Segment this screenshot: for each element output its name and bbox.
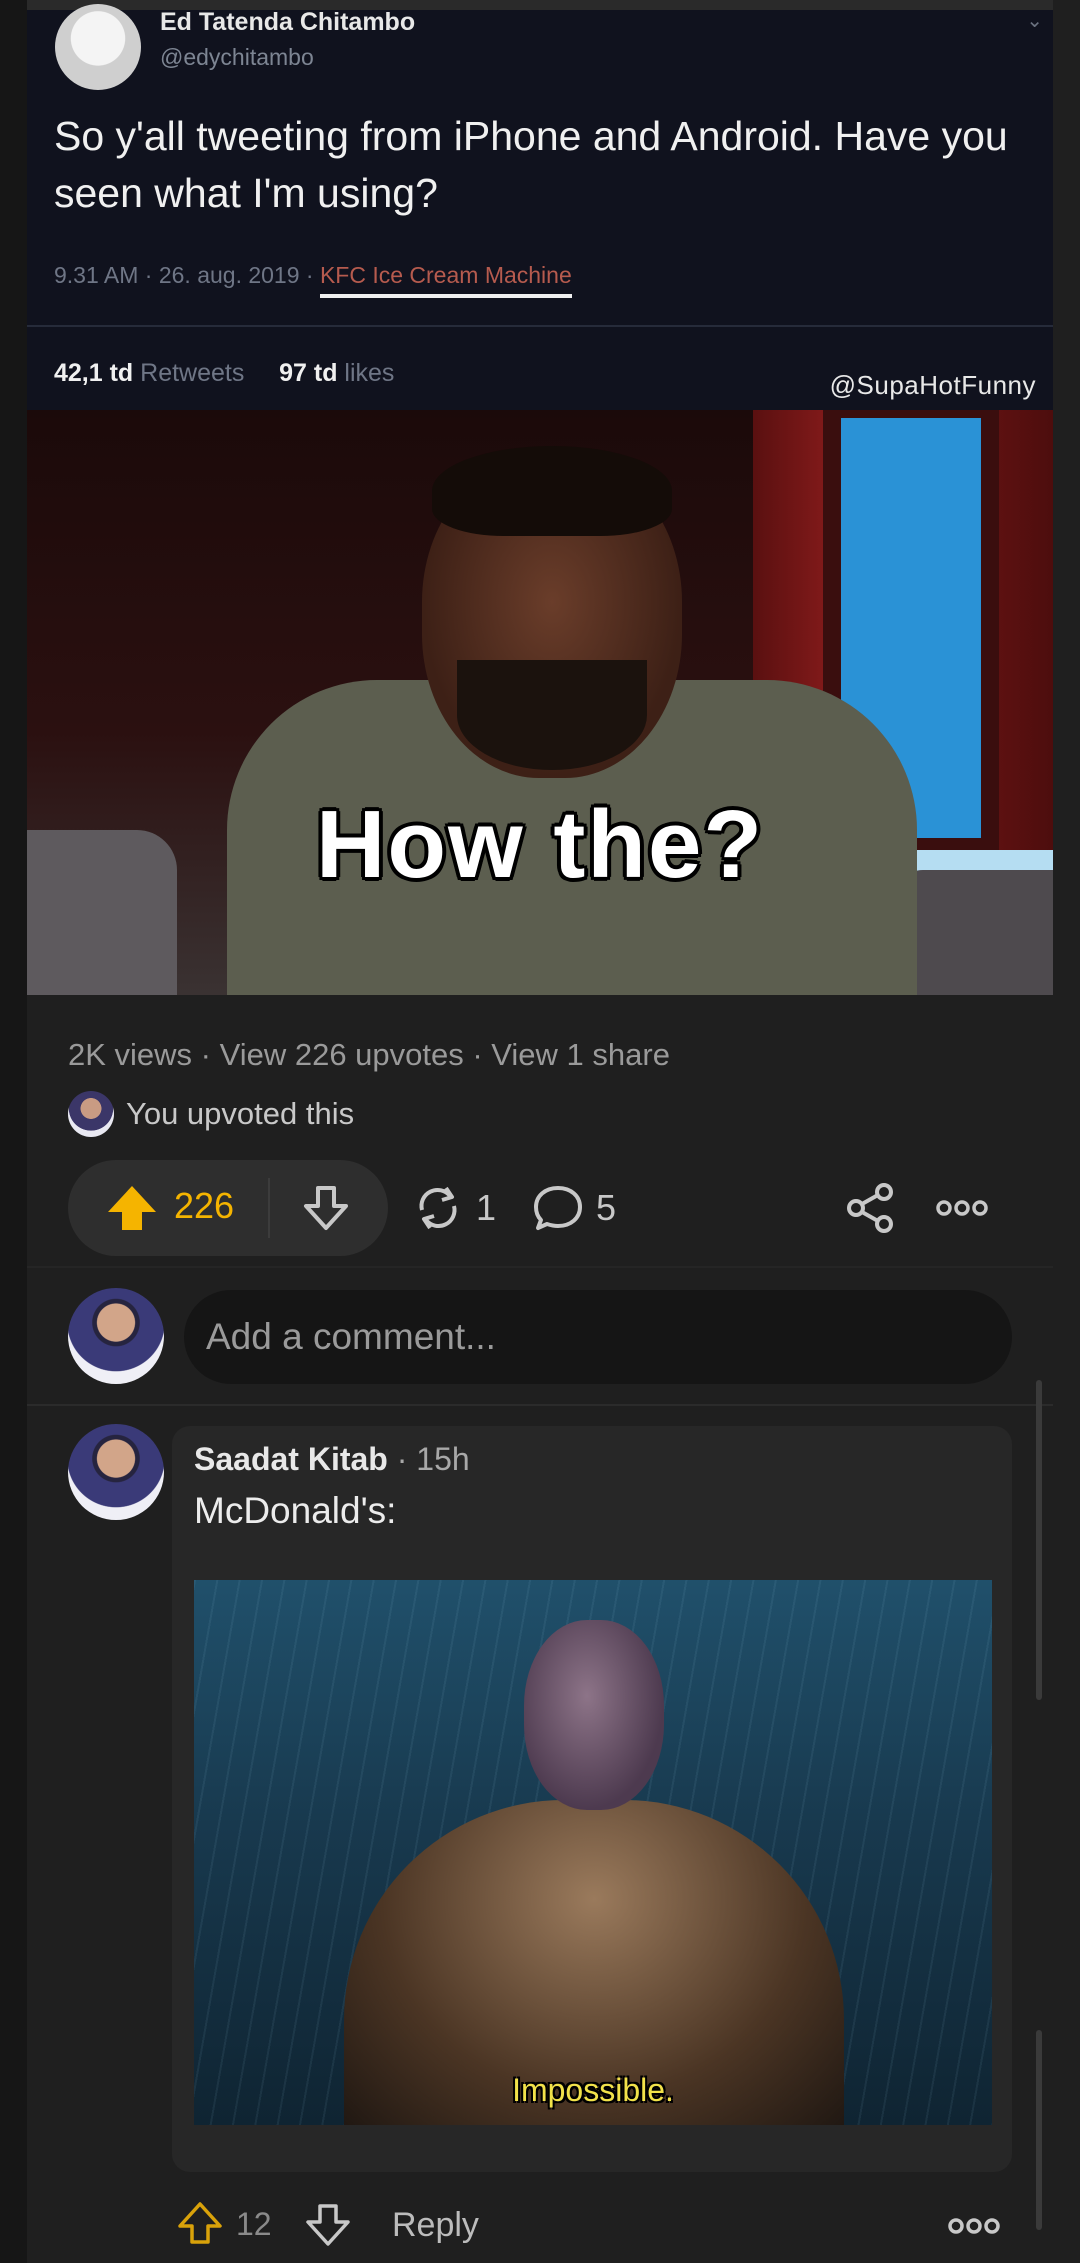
comment-author-avatar[interactable] [68,1424,164,1520]
tweet-source: KFC Ice Cream Machine [319,262,572,298]
share-count: 1 [476,1187,497,1228]
share-icon[interactable] [842,1180,898,1236]
vote-divider [268,1178,270,1238]
comments-button[interactable]: 5 [530,1176,616,1240]
retweets-count: 42,1 td [54,359,134,387]
avatar[interactable] [68,1288,164,1384]
reply-button[interactable]: Reply [392,2206,479,2245]
avatar [68,1091,114,1137]
downvote-icon[interactable] [298,1180,354,1236]
divider [27,1404,1053,1406]
upvoted-text: You upvoted this [126,1096,355,1131]
comment-author[interactable]: Saadat Kitab · 15h [194,1441,470,1478]
more-icon[interactable] [934,1180,990,1236]
person-beard [457,660,647,770]
tweet-timestamp: 9.31 AM · 26. aug. 2019 · [54,262,320,288]
chevron-down-icon: ⌄ [1026,10,1043,32]
more-icon[interactable] [946,2202,1002,2250]
comment-image-caption: Impossible. [512,2072,674,2108]
comment-upvote-count: 12 [236,2206,272,2242]
scrollbar-thumb[interactable] [1036,1380,1042,1700]
left-edge [0,0,27,2263]
comment-image[interactable]: Impossible. [194,1580,992,2125]
tweet-author-name: Ed Tatenda Chitambo [160,8,416,36]
comment-time: · 15h [387,1441,470,1477]
upvote-icon[interactable] [104,1180,160,1236]
figure-head [524,1620,664,1810]
comment-text: McDonald's: [194,1490,397,1531]
comment-icon [534,1186,582,1230]
comment-input[interactable] [184,1290,1012,1384]
share-count-button[interactable]: 1 [410,1176,496,1240]
comment-actions: 12 Reply [172,2196,1012,2256]
reshare-icon [419,1186,457,1230]
meme-caption: How the? [316,791,764,898]
meme-image[interactable]: How the? [27,410,1053,995]
upvoted-row: You upvoted this [68,1090,354,1138]
tweet-meta: 9.31 AM · 26. aug. 2019 · KFC Ice Cream … [54,262,572,298]
tweet-text: So y'all tweeting from iPhone and Androi… [54,113,1008,216]
upvote-icon[interactable] [176,2200,224,2248]
comment-count: 5 [596,1187,617,1228]
post-stats[interactable]: 2K views · View 226 upvotes · View 1 sha… [68,1037,670,1073]
tweet-stats: 42,1 td Retweets 97 td likes [54,359,394,388]
watermark: @SupaHotFunny [829,370,1036,400]
tweet-screenshot: Ed Tatenda Chitambo @edychitambo ⌄ So y'… [27,0,1053,410]
upvote-count: 226 [174,1185,235,1226]
tweet-avatar [55,4,141,90]
divider [27,1266,1053,1268]
comment-author-name[interactable]: Saadat Kitab [194,1441,388,1477]
likes-label: likes [344,359,395,387]
vote-pill: 226 [68,1160,388,1256]
person-hair [432,446,672,536]
tweet-author-handle: @edychitambo [160,44,314,70]
retweets-label: Retweets [140,359,245,387]
scrollbar[interactable] [1036,1380,1042,2230]
likes-count: 97 td [279,359,338,387]
downvote-icon[interactable] [304,2200,352,2248]
tweet-divider [27,325,1053,327]
scrollbar-thumb[interactable] [1036,2030,1042,2230]
